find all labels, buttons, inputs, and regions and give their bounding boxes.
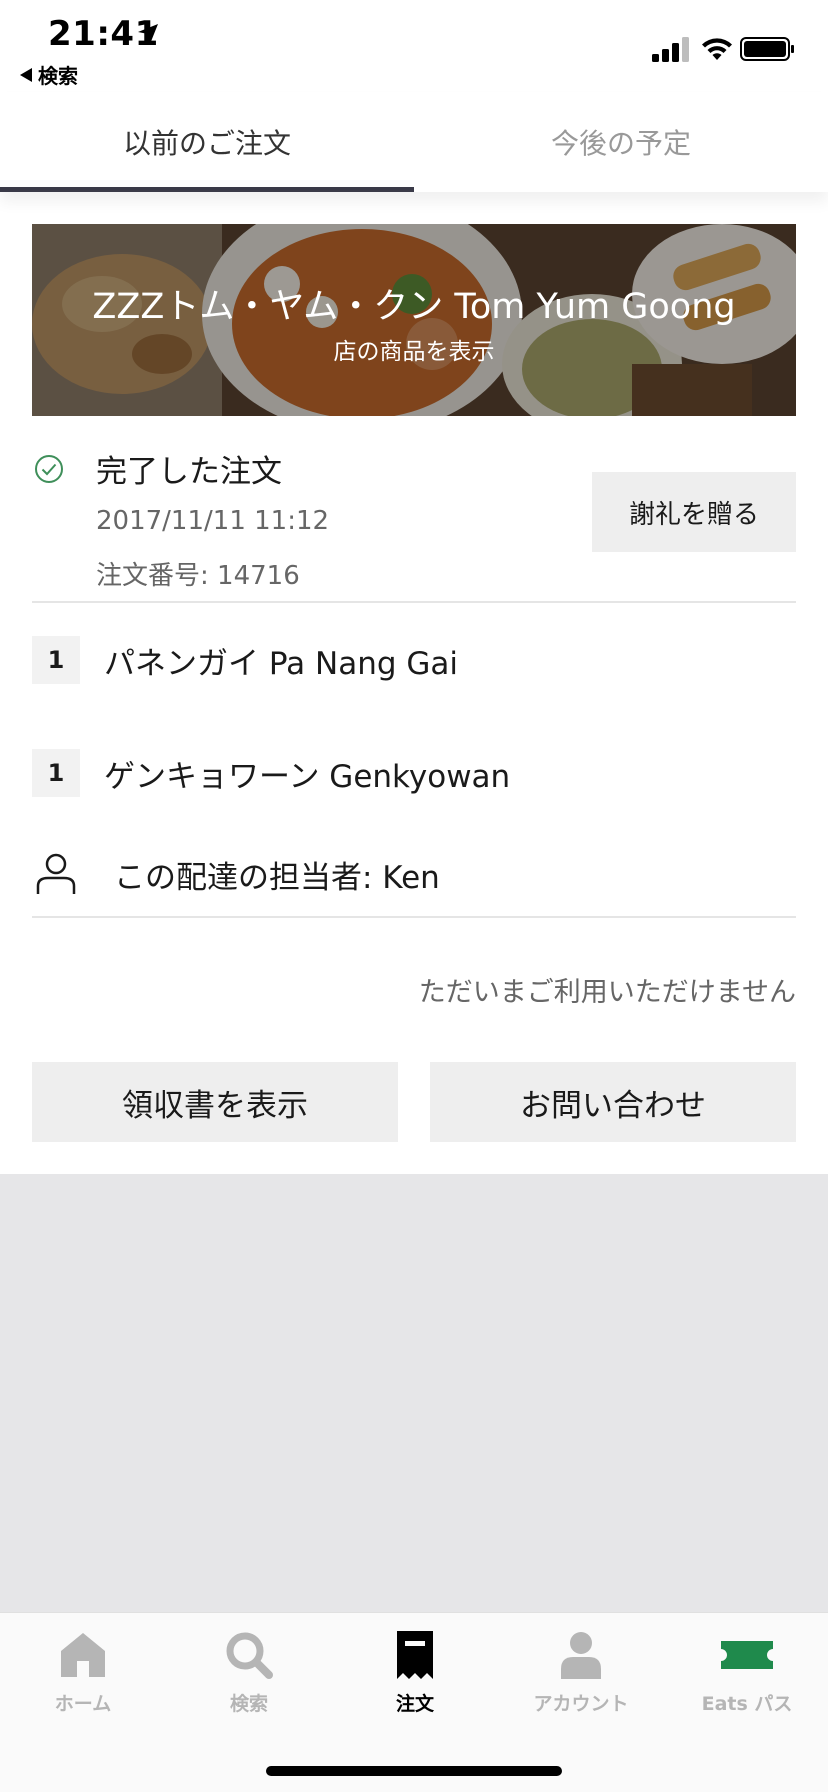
receipt-icon bbox=[397, 1631, 433, 1679]
ticket-icon bbox=[721, 1641, 773, 1669]
divider bbox=[32, 916, 796, 918]
item-name: パネンガイ Pa Nang Gai bbox=[104, 645, 459, 682]
orders-tab-bar: 以前のご注文 今後の予定 bbox=[0, 92, 828, 192]
nav-home-label: ホーム bbox=[54, 1693, 112, 1715]
account-icon bbox=[561, 1632, 601, 1679]
nav-search[interactable]: 検索 bbox=[166, 1627, 332, 1716]
empty-background bbox=[0, 1174, 828, 1612]
order-status-title: 完了した注文 bbox=[96, 454, 282, 490]
divider bbox=[32, 601, 796, 603]
item-name: ゲンキョワーン Genkyowan bbox=[104, 758, 511, 795]
status-bar: 21:41 検索 bbox=[0, 0, 828, 92]
check-circle-icon bbox=[35, 455, 63, 483]
back-to-search-link[interactable]: 検索 bbox=[20, 60, 78, 89]
back-link-label: 検索 bbox=[38, 64, 78, 88]
send-tip-button[interactable]: 謝礼を贈る bbox=[592, 472, 796, 552]
item-quantity: 1 bbox=[32, 749, 80, 797]
view-store-items-link[interactable]: 店の商品を表示 bbox=[32, 332, 796, 366]
order-item: 1 ゲンキョワーン Genkyowan bbox=[32, 749, 796, 797]
nav-orders-label: 注文 bbox=[395, 1693, 434, 1715]
order-date: 2017/11/11 11:12 bbox=[96, 506, 330, 536]
courier-name: この配達の担当者: Ken bbox=[114, 860, 440, 896]
back-triangle-icon bbox=[20, 67, 32, 82]
nav-eats-pass[interactable]: Eats パス bbox=[664, 1627, 828, 1716]
person-icon bbox=[36, 853, 76, 894]
order-item: 1 パネンガイ Pa Nang Gai bbox=[32, 636, 796, 684]
order-number: 注文番号: 14716 bbox=[96, 561, 300, 591]
search-icon bbox=[226, 1632, 273, 1679]
home-icon bbox=[61, 1633, 105, 1677]
cellular-signal-icon bbox=[652, 37, 689, 62]
home-indicator[interactable] bbox=[266, 1766, 562, 1776]
battery-icon bbox=[740, 37, 794, 61]
nav-account[interactable]: アカウント bbox=[498, 1627, 664, 1716]
nav-eats-pass-label: Eats パス bbox=[701, 1693, 793, 1715]
unavailable-notice: ただいまご利用いただけません bbox=[418, 977, 796, 1008]
item-quantity: 1 bbox=[32, 636, 80, 684]
view-receipt-button[interactable]: 領収書を表示 bbox=[32, 1062, 398, 1142]
tab-past-orders[interactable]: 以前のご注文 bbox=[0, 92, 414, 192]
location-arrow-icon bbox=[138, 24, 158, 44]
nav-search-label: 検索 bbox=[229, 1693, 268, 1715]
nav-account-label: アカウント bbox=[533, 1693, 629, 1715]
wifi-icon bbox=[702, 38, 732, 60]
tab-upcoming[interactable]: 今後の予定 bbox=[414, 92, 828, 192]
contact-support-button[interactable]: お問い合わせ bbox=[430, 1062, 796, 1142]
nav-home[interactable]: ホーム bbox=[0, 1627, 166, 1716]
bottom-navigation: ホーム 検索 注文 アカウント Eats パス bbox=[0, 1612, 828, 1792]
nav-orders[interactable]: 注文 bbox=[332, 1627, 498, 1716]
restaurant-name: ZZZトム・ヤム・クン Tom Yum Goong bbox=[92, 287, 736, 327]
restaurant-banner[interactable]: ZZZトム・ヤム・クン Tom Yum Goong 店の商品を表示 bbox=[32, 224, 796, 416]
